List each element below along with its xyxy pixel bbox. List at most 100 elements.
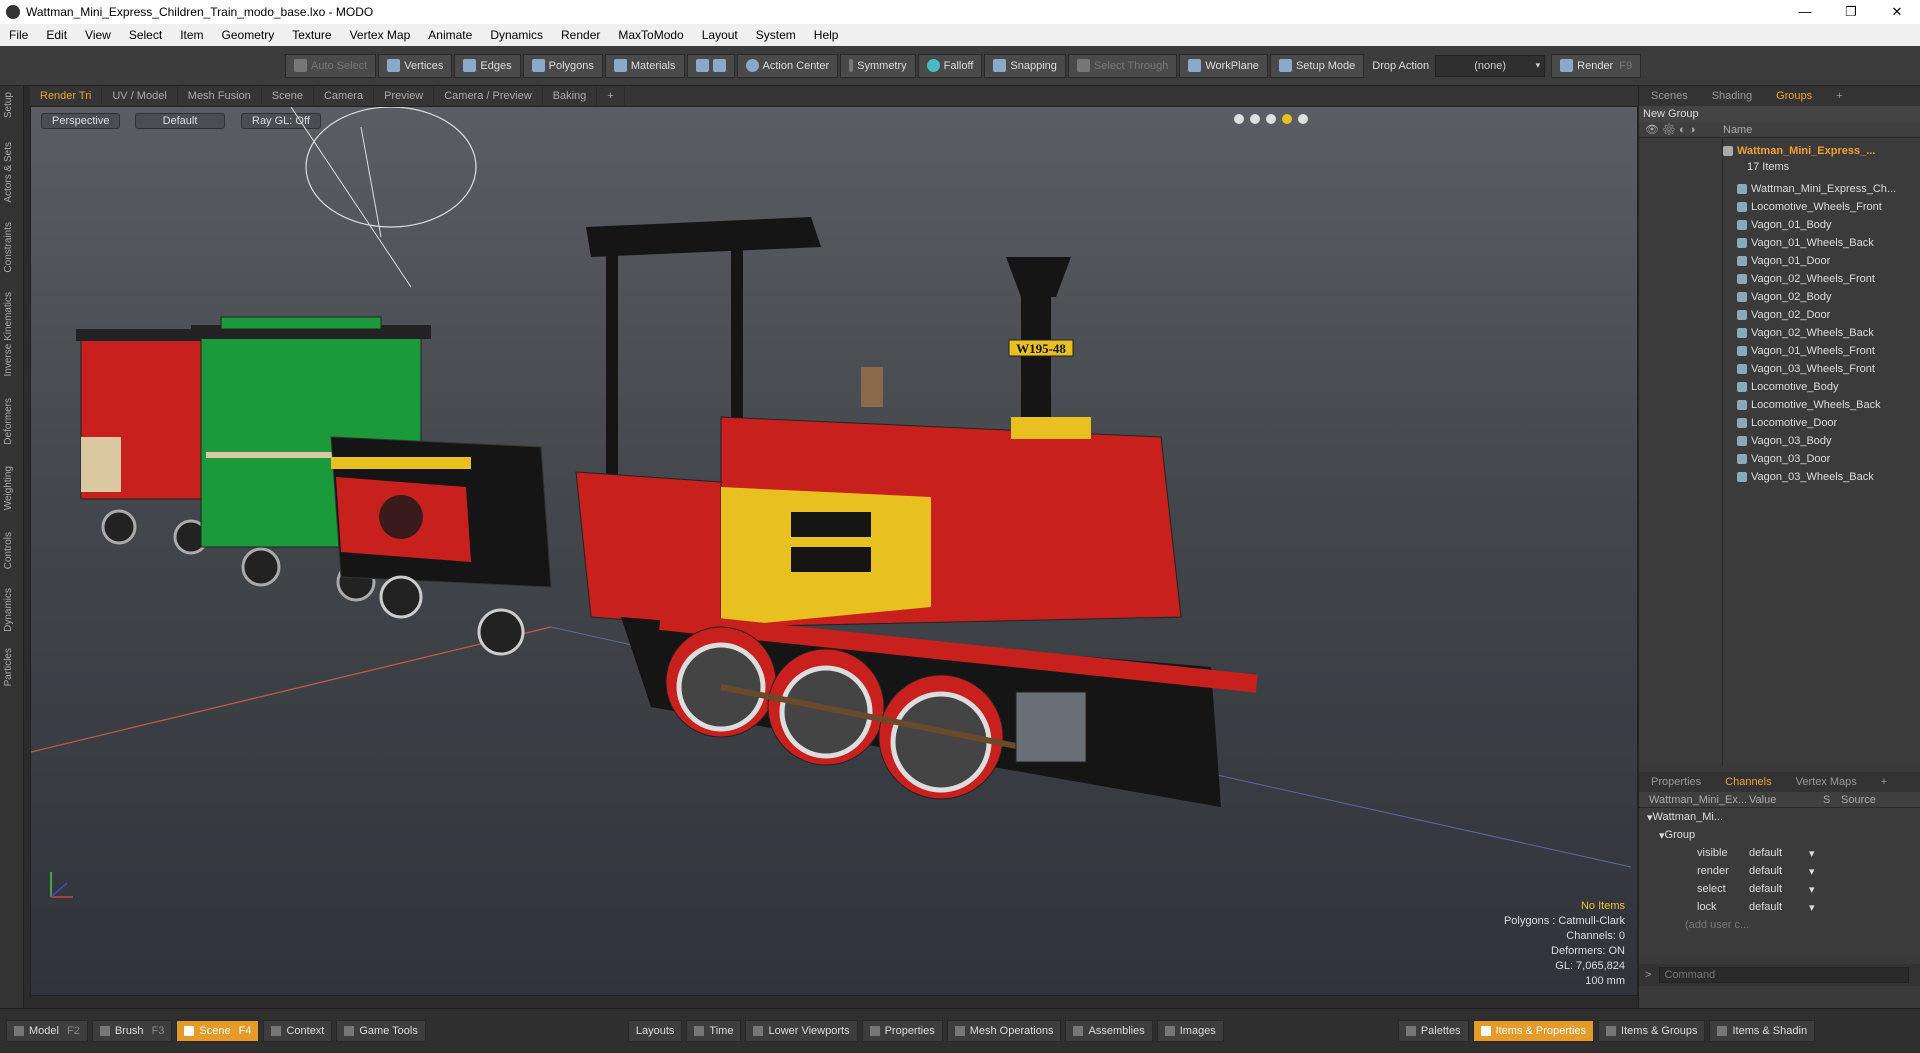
images-button[interactable]: Images [1156,1020,1224,1042]
items-properties-button[interactable]: Items & Properties [1472,1020,1595,1042]
group-list-item[interactable]: Locomotive_Body [1723,378,1919,396]
chevron-down-icon[interactable]: ▾ [1809,883,1815,896]
group-list-item[interactable]: Locomotive_Door [1723,414,1919,432]
tab-scenes[interactable]: Scenes [1639,90,1700,102]
assemblies-button[interactable]: Assemblies [1065,1020,1153,1042]
items-groups-button[interactable]: Items & Groups [1598,1020,1706,1042]
group-list-item[interactable]: Locomotive_Wheels_Front [1723,198,1919,216]
vtab-actors-sets[interactable]: Actors & Sets [3,142,14,203]
chevron-down-icon[interactable]: ▾ [1809,901,1815,914]
channels-root-row[interactable]: ▾ Wattman_Mi... [1639,808,1920,826]
menu-render[interactable]: Render [552,28,609,42]
model-layout-button[interactable]: Model F2 [6,1020,88,1042]
add-tab-button[interactable]: + [597,87,625,105]
items-shading-button[interactable]: Items & Shadin [1709,1020,1816,1042]
render-button[interactable]: Render F9 [1551,53,1642,78]
menu-file[interactable]: File [0,28,37,42]
menu-system[interactable]: System [747,28,805,42]
scene-layout-button[interactable]: Scene F4 [176,1020,260,1042]
vtab-setup[interactable]: Setup [3,92,14,118]
tab-baking[interactable]: Baking [543,87,598,105]
palettes-button[interactable]: Palettes [1397,1020,1469,1042]
brush-layout-button[interactable]: Brush F3 [91,1020,173,1042]
tab-groups[interactable]: Groups [1764,90,1824,102]
name-column[interactable]: Name [1723,124,1752,136]
falloff-button[interactable]: Falloff [917,53,983,78]
menu-maxtomodo[interactable]: MaxToModo [609,28,692,42]
action-center-button[interactable]: Action Center [736,53,839,78]
game-tools-button[interactable]: Game Tools [336,1020,426,1042]
vtab-dynamics[interactable]: Dynamics [3,588,14,632]
group-list-item[interactable]: Vagon_03_Wheels_Back [1723,468,1919,486]
polygons-button[interactable]: Polygons [522,53,603,78]
group-list-item[interactable]: Vagon_02_Body [1723,288,1919,306]
menu-geometry[interactable]: Geometry [213,28,284,42]
vtab-constraints[interactable]: Constraints [3,222,14,273]
vtab-particles[interactable]: Particles [3,648,14,686]
setup-mode-button[interactable]: Setup Mode [1269,53,1365,78]
channel-visible-row[interactable]: visible default ▾ [1639,844,1920,862]
add-user-channel[interactable]: (add user c... [1639,916,1920,934]
tab-camera-preview[interactable]: Camera / Preview [434,87,543,105]
menu-select[interactable]: Select [120,28,171,42]
add-panel-tab[interactable]: + [1824,90,1854,102]
group-list-item[interactable]: Vagon_02_Wheels_Front [1723,270,1919,288]
restore-button[interactable]: ❐ [1828,4,1874,20]
group-list-item[interactable]: Vagon_01_Wheels_Front [1723,342,1919,360]
menu-edit[interactable]: Edit [37,28,76,42]
lower-viewports-button[interactable]: Lower Viewports [745,1020,858,1042]
group-list-item[interactable]: Locomotive_Wheels_Back [1723,396,1919,414]
tab-render-tri[interactable]: Render Tri [30,87,103,105]
channels-group-row[interactable]: ▾ Group [1639,826,1920,844]
menu-view[interactable]: View [76,28,120,42]
layouts-button[interactable]: Layouts [627,1020,683,1042]
group-list-item[interactable]: Vagon_03_Door [1723,450,1919,468]
menu-animate[interactable]: Animate [419,28,481,42]
minimize-button[interactable]: — [1782,4,1828,20]
group-list-item[interactable]: Vagon_03_Wheels_Front [1723,360,1919,378]
workplane-button[interactable]: WorkPlane [1179,53,1268,78]
drop-action-select[interactable]: (none) [1435,54,1546,77]
menu-texture[interactable]: Texture [283,28,340,42]
tab-preview[interactable]: Preview [374,87,435,105]
close-button[interactable]: ✕ [1874,4,1920,20]
snapping-button[interactable]: Snapping [984,53,1066,78]
tab-shading[interactable]: Shading [1700,90,1764,102]
tab-scene[interactable]: Scene [262,87,314,105]
menu-vertex-map[interactable]: Vertex Map [341,28,420,42]
context-layout-button[interactable]: Context [263,1020,333,1042]
vtab-deformers[interactable]: Deformers [3,398,14,445]
menu-dynamics[interactable]: Dynamics [481,28,552,42]
command-input[interactable] [1659,967,1910,983]
vtab-inverse-kinematics[interactable]: Inverse Kinematics [3,292,14,376]
channel-lock-row[interactable]: lock default ▾ [1639,898,1920,916]
menu-help[interactable]: Help [805,28,848,42]
group-list-item[interactable]: Vagon_01_Door [1723,252,1919,270]
properties-button[interactable]: Properties [861,1020,943,1042]
chevron-down-icon[interactable]: ▾ [1809,865,1815,878]
group-list-item[interactable]: Vagon_02_Door [1723,306,1919,324]
materials-button[interactable]: Materials [604,53,685,78]
vertices-button[interactable]: Vertices [378,53,453,78]
tab-channels[interactable]: Channels [1713,776,1783,788]
mesh-operations-button[interactable]: Mesh Operations [946,1020,1062,1042]
symmetry-button[interactable]: Symmetry [840,53,916,78]
time-button[interactable]: Time [686,1020,742,1042]
edges-button[interactable]: Edges [454,53,521,78]
group-list-item[interactable]: Vagon_01_Wheels_Back [1723,234,1919,252]
channel-select-row[interactable]: select default ▾ [1639,880,1920,898]
auto-select-button[interactable]: Auto Select [285,53,377,78]
add-channels-tab[interactable]: + [1869,776,1899,788]
tab-mesh-fusion[interactable]: Mesh Fusion [178,87,262,105]
tab-properties[interactable]: Properties [1639,776,1713,788]
chevron-down-icon[interactable]: ▾ [1809,847,1815,860]
group-root-item[interactable]: Wattman_Mini_Express_... [1723,142,1919,160]
3d-viewport[interactable]: Perspective Default Ray GL: Off W195-48 … [30,106,1638,996]
menu-layout[interactable]: Layout [693,28,747,42]
select-mode-buttons[interactable] [686,53,735,78]
channel-render-row[interactable]: render default ▾ [1639,862,1920,880]
group-list-item[interactable]: Vagon_03_Body [1723,432,1919,450]
group-list-item[interactable]: Vagon_02_Wheels_Back [1723,324,1919,342]
select-through-button[interactable]: Select Through [1067,53,1178,78]
group-list-item[interactable]: Wattman_Mini_Express_Ch... [1723,180,1919,198]
